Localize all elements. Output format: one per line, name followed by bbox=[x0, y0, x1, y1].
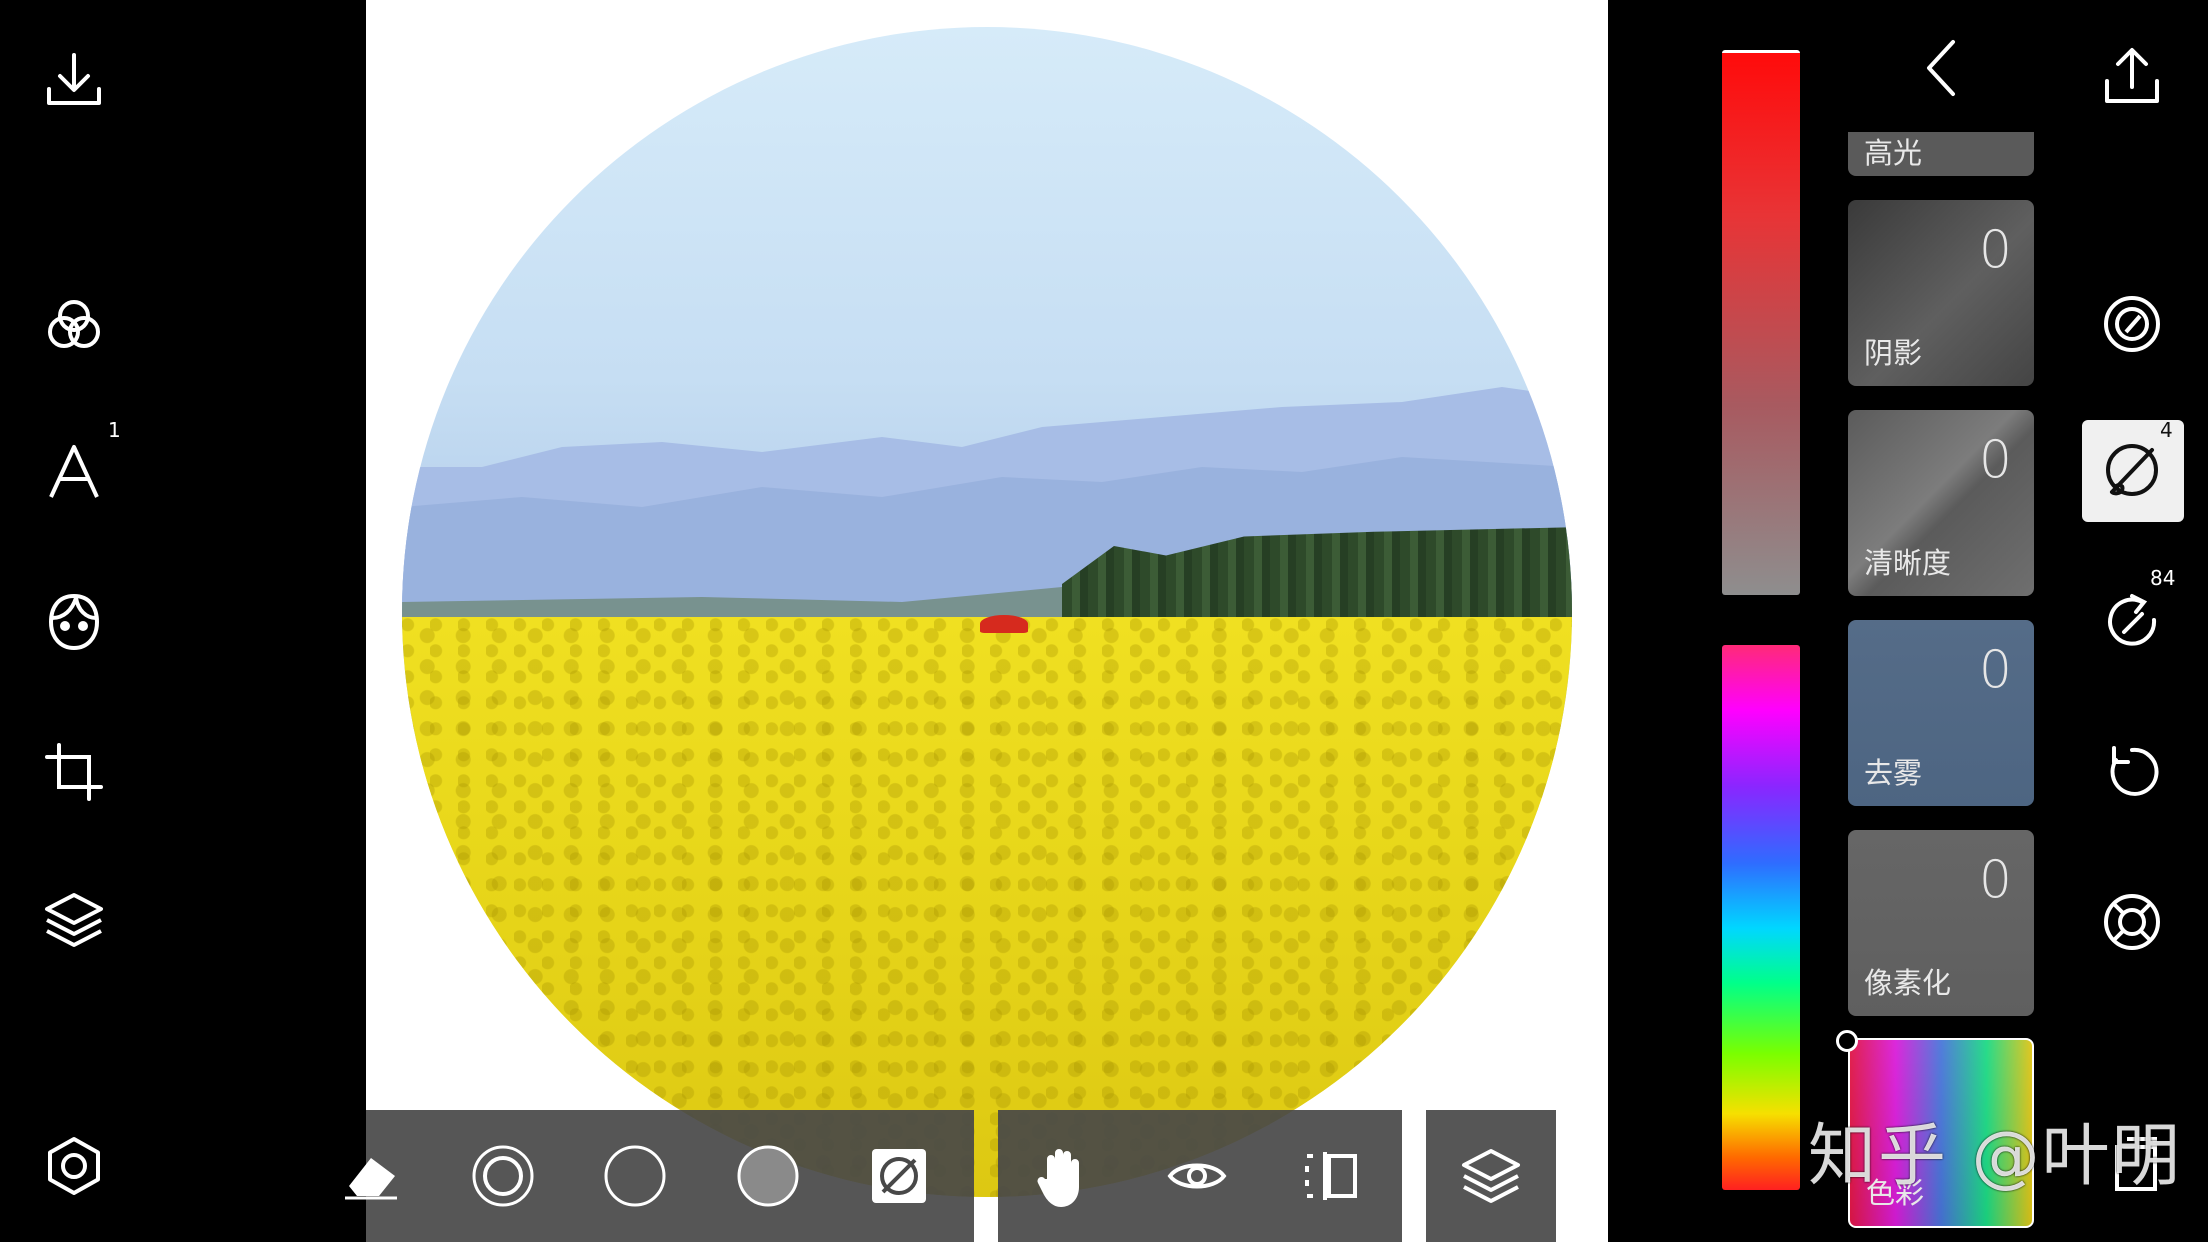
adjustment-value: 0 bbox=[1978, 640, 2012, 700]
filters-button[interactable] bbox=[34, 285, 114, 365]
photo-canvas[interactable] bbox=[366, 0, 1608, 1242]
brush-mask-icon-wrap bbox=[2092, 430, 2172, 510]
adjustment-card-highlights[interactable]: 高光 bbox=[1848, 132, 2034, 176]
redo-history-badge: 84 bbox=[2150, 566, 2176, 590]
back-button[interactable] bbox=[1906, 28, 1976, 108]
adjustment-label: 清晰度 bbox=[1864, 546, 1952, 580]
compare-split-icon bbox=[1305, 1152, 1357, 1200]
layers-button[interactable] bbox=[34, 880, 114, 960]
lens-tool-icon bbox=[2104, 296, 2160, 352]
face-icon bbox=[48, 593, 100, 651]
eraser-button[interactable] bbox=[306, 1110, 436, 1242]
compare-button[interactable] bbox=[1266, 1110, 1396, 1242]
download-icon bbox=[47, 53, 101, 105]
brush-fill-button[interactable] bbox=[703, 1110, 833, 1242]
redo-brush-icon bbox=[2108, 594, 2157, 646]
preview-button[interactable] bbox=[1132, 1110, 1262, 1242]
brush-soft-button[interactable] bbox=[570, 1110, 700, 1242]
share-button[interactable] bbox=[2092, 36, 2172, 116]
brush-fill-icon bbox=[737, 1145, 799, 1207]
adjustment-label: 去雾 bbox=[1864, 756, 1923, 790]
text-icon bbox=[49, 445, 99, 498]
text-button[interactable] bbox=[34, 432, 114, 512]
settings-button[interactable] bbox=[34, 1126, 114, 1206]
invert-mask-icon bbox=[872, 1149, 926, 1203]
left-toolbar: 1 bbox=[0, 0, 366, 1242]
adjustment-value: 0 bbox=[1978, 220, 2012, 280]
filters-icon bbox=[48, 300, 100, 348]
adjustment-card-clarity[interactable]: 0 清晰度 bbox=[1848, 410, 2034, 596]
mask-layers-button[interactable] bbox=[1426, 1110, 1556, 1242]
brush-mask-icon bbox=[2106, 444, 2158, 496]
share-upload-icon bbox=[2105, 48, 2159, 103]
invert-mask-button[interactable] bbox=[834, 1110, 964, 1242]
hue-slider[interactable] bbox=[1722, 645, 1800, 1190]
adjustment-label: 高光 bbox=[1864, 136, 1923, 170]
layers-icon bbox=[45, 893, 103, 947]
red-umbrella bbox=[980, 615, 1028, 633]
lens-tool-button[interactable] bbox=[2092, 284, 2172, 364]
adjustment-value: 0 bbox=[1978, 850, 2012, 910]
text-badge: 1 bbox=[108, 418, 121, 442]
edited-photo bbox=[402, 27, 1572, 1197]
adjustment-label: 阴影 bbox=[1864, 336, 1923, 370]
watermark-text: 知乎 @叶明 bbox=[1808, 1117, 2182, 1196]
layers-icon bbox=[1462, 1149, 1520, 1203]
adjustment-label: 像素化 bbox=[1864, 966, 1952, 1000]
crop-icon bbox=[45, 743, 103, 801]
download-button[interactable] bbox=[34, 40, 114, 120]
layer-tools-panel bbox=[1426, 1110, 1556, 1242]
help-button[interactable] bbox=[2092, 882, 2172, 962]
color-picker-handle[interactable] bbox=[1836, 1030, 1858, 1052]
brush-hard-button[interactable] bbox=[438, 1110, 568, 1242]
brush-soft-icon bbox=[604, 1145, 666, 1207]
undo-icon bbox=[2110, 746, 2159, 796]
hand-icon bbox=[1037, 1149, 1079, 1207]
chevron-left-icon bbox=[1927, 40, 1955, 96]
crop-button[interactable] bbox=[34, 732, 114, 812]
adjustment-card-dehaze[interactable]: 0 去雾 bbox=[1848, 620, 2034, 806]
view-tools-panel bbox=[998, 1110, 1402, 1242]
face-button[interactable] bbox=[34, 582, 114, 662]
saturation-slider[interactable] bbox=[1722, 50, 1800, 595]
adjustment-card-shadows[interactable]: 0 阴影 bbox=[1848, 200, 2034, 386]
lifebuoy-icon bbox=[2104, 894, 2160, 950]
brush-mask-badge: 4 bbox=[2160, 418, 2173, 442]
adjustment-card-pixelate[interactable]: 0 像素化 bbox=[1848, 830, 2034, 1016]
eye-icon bbox=[1167, 1163, 1227, 1189]
redo-history-button[interactable] bbox=[2092, 582, 2172, 662]
settings-hexagon-icon bbox=[48, 1137, 100, 1195]
undo-button[interactable] bbox=[2092, 732, 2172, 812]
pan-button[interactable] bbox=[998, 1110, 1128, 1242]
eraser-icon bbox=[345, 1158, 397, 1200]
adjustment-value: 0 bbox=[1978, 430, 2012, 490]
brush-hard-icon bbox=[472, 1145, 534, 1207]
brush-tools-panel bbox=[345, 1110, 974, 1242]
